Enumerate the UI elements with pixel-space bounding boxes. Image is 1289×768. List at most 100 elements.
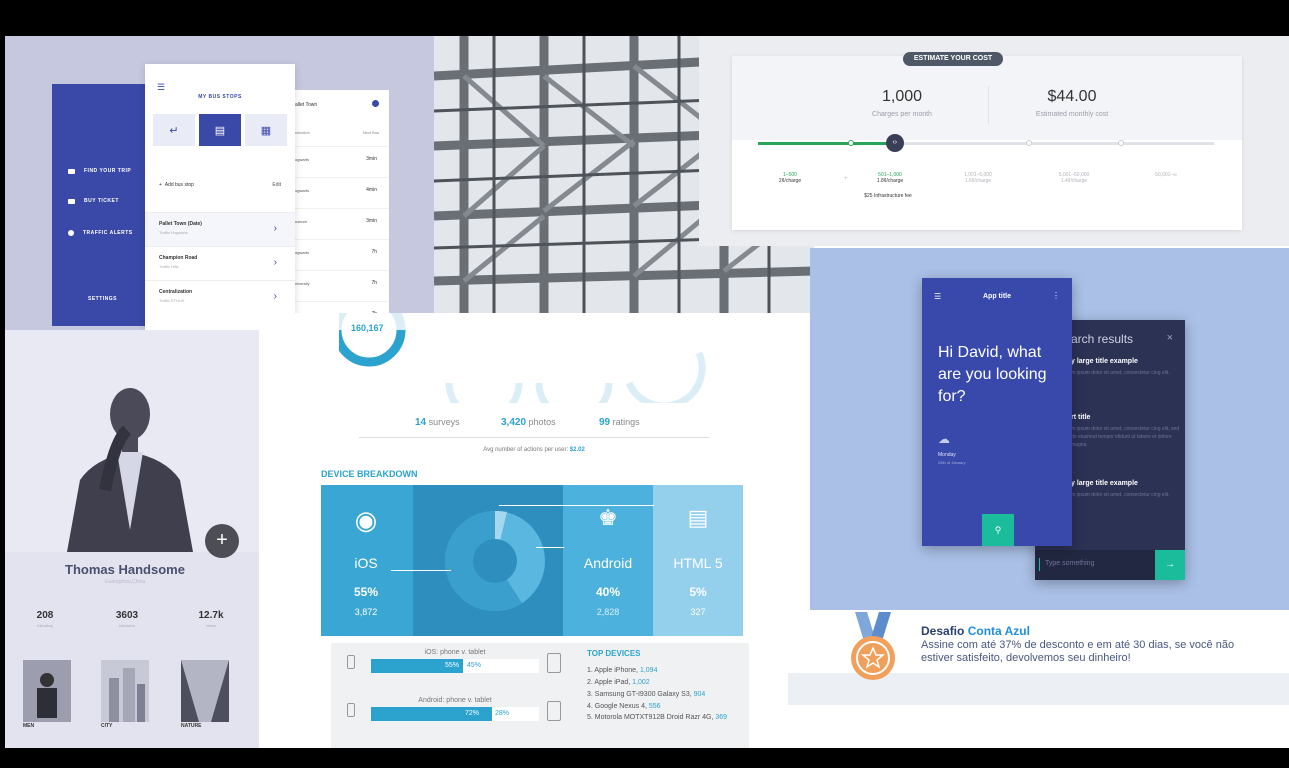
- android-icon: ♚: [598, 505, 618, 530]
- cost-card: 1,000 Charges per month $44.00 Estimated…: [732, 56, 1242, 230]
- total-count: 160,167: [351, 323, 384, 333]
- sidebar-item-traffic-alerts[interactable]: TRAFFIC ALERTS: [68, 230, 133, 236]
- thumb-men[interactable]: [23, 660, 71, 722]
- search-button[interactable]: ⚲: [982, 514, 1014, 546]
- route-icon: [68, 168, 75, 174]
- thumb-caption: MEN: [23, 723, 35, 729]
- departure-row[interactable]: 3min ogwarts: [289, 146, 389, 177]
- departures-title: allet Town: [295, 102, 318, 108]
- search-icon: ⚲: [994, 525, 1002, 535]
- sidebar-item-find-trip[interactable]: FIND YOUR TRIP: [68, 168, 131, 174]
- home-screen: ☰ App title ⋮ Hi David, what are you loo…: [922, 278, 1072, 546]
- edit-button[interactable]: Edit: [272, 182, 281, 188]
- departure-row[interactable]: 4min ogwarts: [289, 177, 389, 208]
- tier-1: 1–500 2¢/charge: [778, 172, 802, 184]
- add-bus-stop-button[interactable]: + Add bus stop: [159, 182, 194, 188]
- bus-app-panel: FIND YOUR TRIP BUY TICKET TRAFFIC ALERTS…: [5, 36, 435, 358]
- bus-stop-item[interactable]: Champion Road Traffic Hills ›: [145, 246, 295, 280]
- add-button[interactable]: +: [205, 524, 239, 558]
- sidebar-item-buy-ticket[interactable]: BUY TICKET: [68, 198, 119, 204]
- device-details: iOS: phone v. tablet 55% 45% Android: ph…: [331, 643, 749, 748]
- chevron-right-icon: ›: [273, 223, 277, 234]
- tier-2: 501–1,000 1.8¢/charge: [876, 172, 904, 184]
- desafio-text: Assine com até 37% de desconto e em até …: [921, 639, 1235, 664]
- search-results-title: arch results: [1071, 332, 1134, 346]
- device-breakdown: ◉ iOS 55% 3,872 ♚ Android 40% 2,828 ▤ HT…: [321, 485, 743, 636]
- slider-stop: [848, 140, 854, 146]
- cost-label: Estimated monthly cost: [1035, 111, 1109, 118]
- profile-location: Guangzhou,China: [104, 579, 146, 585]
- app-mockup-panel: arch results × y large title example m ip…: [810, 248, 1289, 610]
- result-item[interactable]: y large title example m ipsum dolor sit a…: [1071, 358, 1181, 377]
- bus-stop-item[interactable]: Pallet Town (Date) Traffic Hogwarts ›: [145, 212, 295, 246]
- tab-ticket[interactable]: ▦: [245, 114, 287, 146]
- col-next-bus: Next Bus: [362, 130, 379, 135]
- thumb-nature[interactable]: [181, 660, 229, 722]
- departure-row[interactable]: 7h niversity: [289, 270, 389, 301]
- cost-slider-track[interactable]: ‹›: [758, 134, 1214, 152]
- list-item: 5. Motorola MOTXT912B Droid Razr 4G, 369: [587, 714, 728, 721]
- thumb-caption: NATURE: [181, 723, 202, 729]
- screen: FIND YOUR TRIP BUY TICKET TRAFFIC ALERTS…: [0, 0, 1289, 768]
- infrastructure-fee: $25 Infrastructure fee: [864, 193, 912, 199]
- charges-value: 1,000: [881, 88, 923, 105]
- result-item[interactable]: y large title example m ipsum dolor sit a…: [1071, 480, 1181, 499]
- tablet-icon: [547, 653, 561, 673]
- sidebar-item-settings[interactable]: SETTINGS: [88, 296, 117, 302]
- infographic-panel: 160,167 14 surveys 3,420 photos 99 ratin…: [259, 313, 814, 748]
- tier-3: 1,001–5,000 1.6¢/charge: [964, 172, 992, 184]
- close-icon[interactable]: ×: [1167, 332, 1173, 344]
- ticket-icon: [68, 198, 75, 204]
- ring-charts: [339, 313, 706, 403]
- bus-stop-item[interactable]: Centralization Traffic ETHUK ›: [145, 280, 295, 314]
- charges-label: Charges per month: [872, 111, 932, 118]
- greeting: Hi David, what are you looking for?: [938, 344, 1047, 405]
- slider-stop: [1026, 140, 1032, 146]
- desafio-title: Desafio Conta Azul: [921, 624, 1030, 638]
- html5-label: HTML 5: [673, 555, 723, 571]
- bus-icon: ▤: [214, 124, 226, 137]
- thumb-city[interactable]: [101, 660, 149, 722]
- chevron-right-icon: ›: [273, 257, 277, 268]
- alert-icon: [68, 230, 74, 236]
- top-devices-title: TOP DEVICES: [587, 649, 641, 658]
- estimate-badge: ESTIMATE YOUR COST: [903, 52, 1003, 66]
- info-icon[interactable]: [372, 100, 379, 107]
- surveys-stat: 14 surveys: [415, 417, 460, 428]
- medal-icon: [851, 612, 895, 680]
- android-label: Android: [583, 555, 633, 571]
- result-item[interactable]: rt title m ipsum dolor sit amet, consecte…: [1071, 414, 1181, 449]
- person-photo-image: [5, 330, 259, 552]
- departure-row[interactable]: 7hogwarts: [289, 239, 389, 270]
- profile-name: Thomas Handsome: [65, 562, 185, 577]
- ticket-icon: ▦: [260, 124, 272, 137]
- thumb-caption: CITY: [101, 723, 113, 729]
- phone-icon: [347, 655, 355, 669]
- send-button[interactable]: →: [1155, 550, 1185, 580]
- tier-4: 5,001–50,000 1.4¢/charge: [1058, 172, 1090, 184]
- list-item: 4. Google Nexus 4, 556: [587, 703, 661, 710]
- stat-followers: 3603 followers: [115, 610, 139, 628]
- html5-icon: ▤: [687, 505, 709, 530]
- photos-stat: 3,420 photos: [501, 417, 556, 428]
- bus-departures-panel: allet Town stination Next Bus 3min ogwart…: [289, 90, 389, 330]
- chevron-right-icon: ›: [273, 291, 277, 302]
- more-icon[interactable]: ⋮: [1052, 291, 1060, 300]
- col-destination: stination: [295, 130, 310, 135]
- android-split-bar: 72% 28%: [371, 707, 539, 721]
- route-icon: ↵: [169, 124, 179, 137]
- apple-icon: ◉: [354, 505, 378, 535]
- departure-row[interactable]: 3min useum: [289, 208, 389, 239]
- tablet-icon: [547, 701, 561, 721]
- bus-stops-panel: ☰ MY BUS STOPS ↵ ▤ ▦ + Add bus stop Edit…: [145, 64, 295, 330]
- tab-bus[interactable]: ▤: [199, 114, 241, 146]
- cost-value: $44.00: [1047, 88, 1097, 105]
- ios-label: iOS: [354, 555, 378, 571]
- tab-route[interactable]: ↵: [153, 114, 195, 146]
- cost-slider-handle[interactable]: ‹›: [885, 134, 904, 152]
- ios-split-bar: 55% 45%: [371, 659, 539, 673]
- ratings-stat: 99 ratings: [599, 417, 640, 428]
- tier-5: 50,001–∞: [1155, 172, 1177, 178]
- search-input[interactable]: Type something: [1035, 550, 1155, 580]
- menu-icon[interactable]: ☰: [157, 82, 165, 93]
